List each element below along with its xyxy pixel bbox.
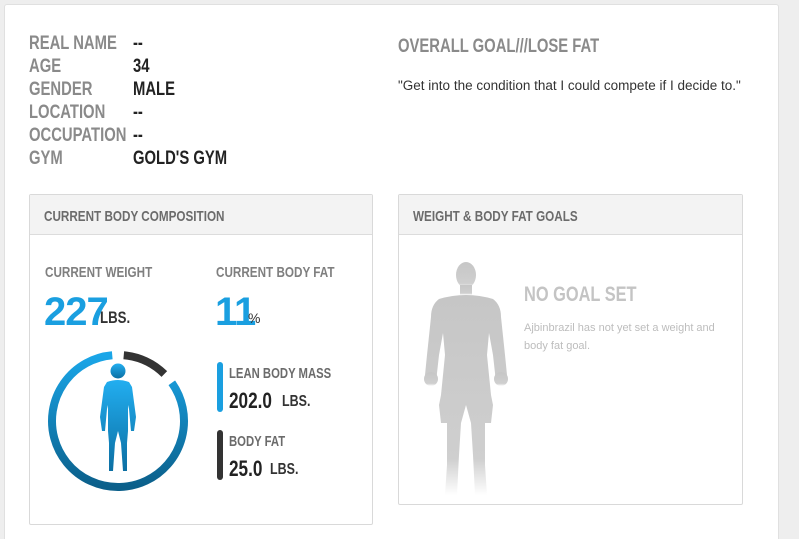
lean-mass-color-bar xyxy=(217,362,223,412)
body-fat-color-bar xyxy=(217,430,223,480)
body-figure-icon xyxy=(100,363,136,471)
panel-header: CURRENT BODY COMPOSITION xyxy=(30,195,372,235)
overall-goal-title: OVERALL GOAL///LOSE FAT xyxy=(398,36,600,57)
current-bodyfat-unit: % xyxy=(248,310,261,326)
body-composition-panel: CURRENT BODY COMPOSITION CURRENT WEIGHT … xyxy=(29,194,373,525)
overall-goal-quote: "Get into the condition that I could com… xyxy=(398,78,741,93)
profile-label: AGE xyxy=(29,56,62,77)
current-weight-label: CURRENT WEIGHT xyxy=(45,264,153,281)
panel-title: CURRENT BODY COMPOSITION xyxy=(44,208,225,225)
body-fat-label: BODY FAT xyxy=(229,434,286,450)
body-composition-ring xyxy=(48,351,188,491)
body-fat-value: 25.0 xyxy=(229,456,263,481)
profile-value: MALE xyxy=(133,79,175,100)
profile-value: -- xyxy=(133,102,143,123)
no-goal-title: NO GOAL SET xyxy=(524,283,637,306)
profile-value: -- xyxy=(133,33,143,54)
panel-title: WEIGHT & BODY FAT GOALS xyxy=(413,208,578,225)
body-fat-arc xyxy=(123,351,168,377)
panel-header: WEIGHT & BODY FAT GOALS xyxy=(399,195,742,235)
profile-label: GENDER xyxy=(29,79,93,100)
no-goal-message: Ajbinbrazil has not yet set a weight and… xyxy=(524,322,715,352)
profile-label: OCCUPATION xyxy=(29,125,127,146)
profile-value: 34 xyxy=(133,56,150,77)
bodybuilder-silhouette-icon xyxy=(424,262,508,495)
current-weight-unit: LBS. xyxy=(100,308,131,327)
lean-mass-unit: LBS. xyxy=(282,393,311,410)
profile-label: GYM xyxy=(29,148,63,169)
goals-panel: WEIGHT & BODY FAT GOALS NO GOAL SET Ajbi… xyxy=(398,194,743,505)
current-bodyfat-label: CURRENT BODY FAT xyxy=(216,264,335,281)
profile-label: LOCATION xyxy=(29,102,106,123)
current-weight-value: 227 xyxy=(44,290,109,334)
profile-value: GOLD'S GYM xyxy=(133,148,228,169)
lean-mass-value: 202.0 xyxy=(229,388,272,413)
lean-mass-label: LEAN BODY MASS xyxy=(229,366,332,382)
profile-label: REAL NAME xyxy=(29,33,117,54)
body-fat-unit: LBS. xyxy=(270,461,299,478)
profile-value: -- xyxy=(133,125,143,146)
